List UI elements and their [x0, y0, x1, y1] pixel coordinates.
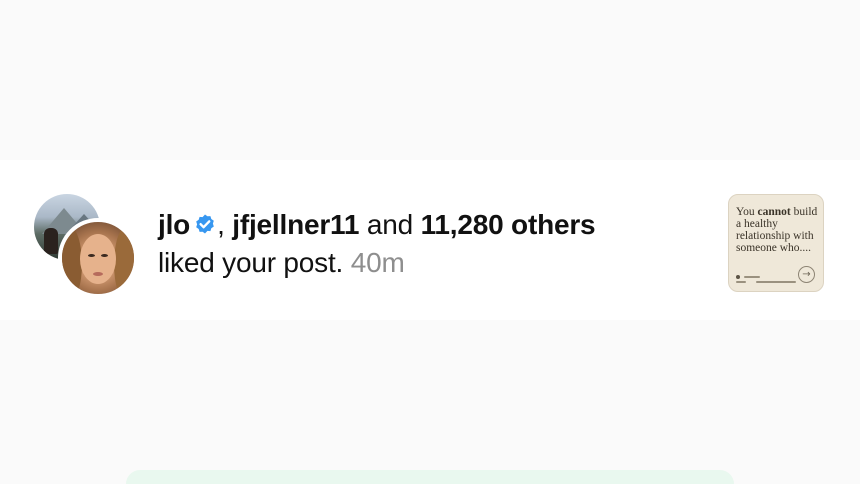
separator-comma: , [217, 209, 225, 240]
username-link[interactable]: jlo [158, 209, 190, 240]
post-thumbnail-text: You cannot build a healthy relationship … [736, 206, 818, 254]
avatar-primary [58, 218, 138, 298]
username-link[interactable]: jfjellner11 [232, 209, 359, 240]
timestamp: 40m [350, 247, 405, 278]
empty-area-top [0, 0, 860, 160]
like-notification-row[interactable]: jlo , jfjellner11 and 11,280 others like… [0, 160, 860, 320]
post-thumbnail-footer [736, 275, 796, 283]
notifications-screen: jlo , jfjellner11 and 11,280 others like… [0, 0, 860, 484]
arrow-right-icon: → [798, 266, 815, 283]
bottom-banner[interactable] [126, 470, 734, 484]
avatar-stack[interactable] [34, 194, 138, 298]
notification-text: jlo , jfjellner11 and 11,280 others like… [158, 206, 698, 282]
action-text: liked your post. [158, 247, 344, 278]
verified-badge-icon [190, 209, 217, 240]
conjunction-text: and [366, 209, 413, 240]
others-count-link[interactable]: 11,280 others [421, 209, 596, 240]
post-thumbnail[interactable]: You cannot build a healthy relationship … [728, 194, 824, 292]
